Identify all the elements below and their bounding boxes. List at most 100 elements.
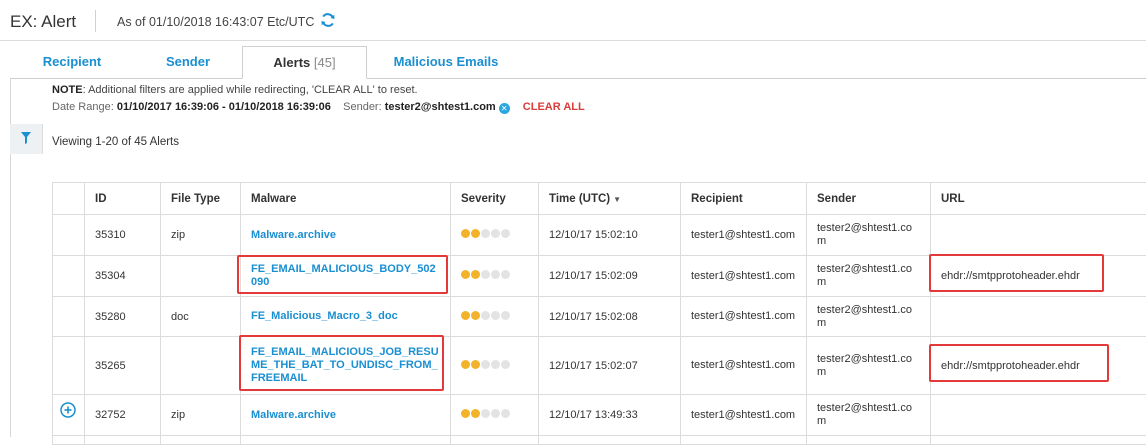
row-expand-cell — [53, 215, 85, 256]
severity-dot — [481, 229, 490, 238]
table-row[interactable]: 35310 zip Malware.archive 12/10/17 15:02… — [53, 215, 1146, 256]
tab-recipient-label: Recipient — [43, 54, 102, 69]
table-header-row: ID File Type Malware Severity Time (UTC)… — [53, 183, 1146, 215]
tab-alerts-count: [45] — [314, 55, 336, 70]
severity-dot — [491, 360, 500, 369]
column-header-id[interactable]: ID — [85, 183, 161, 215]
cell-sender: tester2@shtest1.com — [807, 337, 931, 395]
cell-file-type — [161, 256, 241, 297]
column-header-malware[interactable]: Malware — [241, 183, 451, 215]
cell-sender: tester2@shtest1.com — [807, 297, 931, 337]
cell-time: 12/10/17 15:02:07 — [539, 337, 681, 395]
severity-indicator — [451, 395, 539, 436]
as-of-timestamp: As of 01/10/2018 16:43:07 Etc/UTC — [117, 15, 314, 29]
malware-link[interactable]: FE_Malicious_Macro_3_doc — [251, 310, 398, 322]
severity-dot — [471, 409, 480, 418]
cell-recipient: tester1@shtest1.com — [681, 256, 807, 297]
date-range-label: Date Range: — [52, 101, 114, 113]
tab-alerts[interactable]: Alerts [45] — [242, 46, 367, 79]
cell-id: 35310 — [85, 215, 161, 256]
cell-malware: FE_Malicious_Macro_3_doc — [241, 297, 451, 337]
note-text: : Additional filters are applied while r… — [83, 84, 418, 96]
cell-url — [931, 297, 1146, 337]
column-header-time-label: Time (UTC) — [549, 193, 610, 205]
row-expand-cell — [53, 297, 85, 337]
cell-malware: Malware.archive — [241, 215, 451, 256]
expand-row-icon[interactable] — [60, 402, 76, 418]
severity-dot — [471, 360, 480, 369]
tab-alerts-label: Alerts — [273, 55, 310, 70]
severity-dot — [471, 311, 480, 320]
severity-indicator — [451, 297, 539, 337]
tab-malicious-emails[interactable]: Malicious Emails — [367, 46, 525, 78]
tab-bar: Recipient Sender Alerts [45] Malicious E… — [10, 46, 1146, 79]
severity-dot — [481, 360, 490, 369]
column-header-time[interactable]: Time (UTC)▼ — [539, 183, 681, 215]
cell-recipient: tester1@shtest1.com — [681, 395, 807, 436]
column-header-file-type[interactable]: File Type — [161, 183, 241, 215]
cell-file-type — [161, 337, 241, 395]
sort-desc-icon: ▼ — [613, 195, 621, 204]
cell-file-type: zip — [161, 215, 241, 256]
severity-dot — [481, 409, 490, 418]
severity-dot — [461, 229, 470, 238]
severity-dot — [481, 311, 490, 320]
severity-dot — [471, 270, 480, 279]
tab-malicious-emails-label: Malicious Emails — [394, 54, 499, 69]
page-title: EX: Alert — [10, 12, 76, 32]
sender-filter-label: Sender: — [343, 101, 382, 113]
cell-url — [931, 395, 1146, 436]
cell-recipient: tester1@shtest1.com — [681, 215, 807, 256]
page-header: EX: Alert As of 01/10/2018 16:43:07 Etc/… — [0, 0, 1146, 41]
filter-toggle-button[interactable] — [10, 124, 43, 154]
alerts-table: ID File Type Malware Severity Time (UTC)… — [52, 182, 1146, 445]
column-header-recipient[interactable]: Recipient — [681, 183, 807, 215]
active-filters: Date Range: 01/10/2017 16:39:06 - 01/10/… — [52, 101, 585, 114]
column-header-severity[interactable]: Severity — [451, 183, 539, 215]
severity-indicator — [451, 337, 539, 395]
severity-dot — [501, 270, 510, 279]
cell-sender: tester2@shtest1.com — [807, 395, 931, 436]
cell-id: 35265 — [85, 337, 161, 395]
cell-recipient: tester1@shtest1.com — [681, 337, 807, 395]
cell-sender: tester2@shtest1.com — [807, 215, 931, 256]
severity-dot — [461, 360, 470, 369]
cell-time: 12/10/17 15:02:10 — [539, 215, 681, 256]
severity-dot — [501, 311, 510, 320]
refresh-icon[interactable] — [319, 11, 337, 29]
severity-dot — [491, 229, 500, 238]
clear-all-button[interactable]: CLEAR ALL — [523, 101, 585, 113]
severity-dot — [471, 229, 480, 238]
severity-dot — [491, 270, 500, 279]
severity-dot — [501, 229, 510, 238]
column-header-url[interactable]: URL — [931, 183, 1146, 215]
severity-dot — [461, 311, 470, 320]
row-expand-cell — [53, 337, 85, 395]
cell-time: 12/10/17 15:02:08 — [539, 297, 681, 337]
column-header-sender[interactable]: Sender — [807, 183, 931, 215]
tab-recipient[interactable]: Recipient — [10, 46, 134, 78]
malware-link[interactable]: Malware.archive — [251, 409, 336, 421]
results-count: Viewing 1-20 of 45 Alerts — [52, 136, 179, 148]
sender-filter-value: tester2@shtest1.com — [385, 101, 496, 113]
date-range-value: 01/10/2017 16:39:06 - 01/10/2018 16:39:0… — [117, 101, 331, 113]
note-prefix: NOTE — [52, 84, 83, 96]
column-header-expand — [53, 183, 85, 215]
cell-recipient: tester1@shtest1.com — [681, 297, 807, 337]
table-row[interactable]: 35280 doc FE_Malicious_Macro_3_doc 12/10… — [53, 297, 1146, 337]
cell-malware: Malware.archive — [241, 395, 451, 436]
cell-file-type: zip — [161, 395, 241, 436]
severity-dot — [491, 311, 500, 320]
severity-dot — [461, 409, 470, 418]
table-row[interactable]: 32752 zip Malware.archive 12/10/17 13:49… — [53, 395, 1146, 436]
header-divider — [95, 10, 96, 32]
tab-sender[interactable]: Sender — [134, 46, 242, 78]
cell-time: 12/10/17 13:49:33 — [539, 395, 681, 436]
tab-sender-label: Sender — [166, 54, 210, 69]
clear-filter-icon[interactable]: ✕ — [499, 103, 510, 114]
row-expand-cell — [53, 256, 85, 297]
highlight-box — [929, 344, 1109, 382]
malware-link[interactable]: Malware.archive — [251, 229, 336, 241]
filter-note: NOTE: Additional filters are applied whi… — [52, 84, 418, 96]
highlight-box — [237, 255, 448, 294]
